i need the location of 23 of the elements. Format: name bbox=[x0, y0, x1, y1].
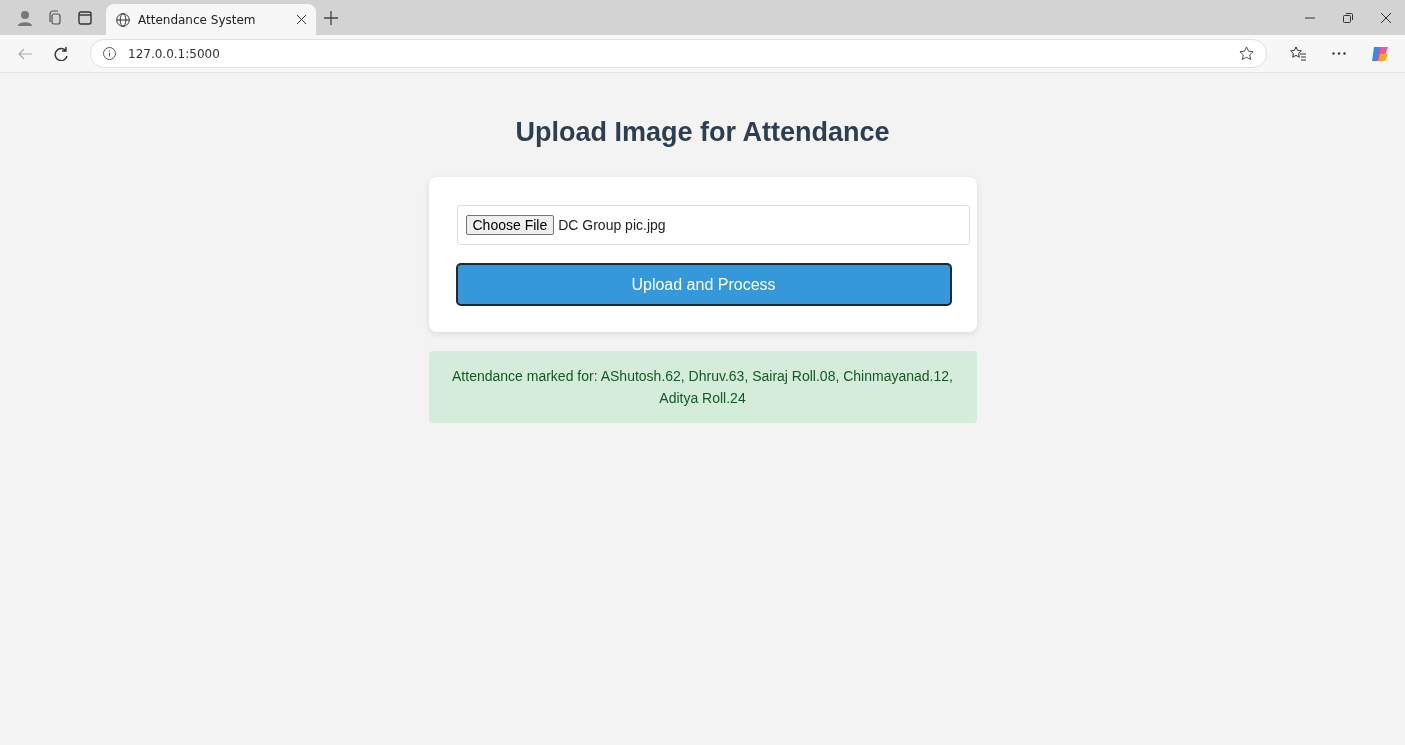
globe-icon bbox=[116, 12, 130, 27]
star-icon[interactable] bbox=[1239, 46, 1254, 61]
close-icon[interactable] bbox=[1381, 12, 1391, 23]
close-tab-icon[interactable] bbox=[297, 15, 306, 24]
address-bar[interactable]: 127.0.0.1:5000 bbox=[90, 39, 1267, 68]
success-message: Attendance marked for: AShutosh.62, Dhruv.63, Sairaj Roll.08, Chinmayanad.12, Aditya Roll.24 bbox=[428, 351, 977, 423]
browser-tab[interactable]: Attendance System bbox=[106, 4, 316, 35]
file-input[interactable]: Choose File DC Group pic.jpg bbox=[456, 205, 970, 245]
favorites-icon[interactable] bbox=[1290, 46, 1306, 61]
more-icon[interactable] bbox=[1332, 52, 1346, 55]
profile-icon[interactable] bbox=[17, 9, 33, 26]
workspaces-icon[interactable] bbox=[47, 9, 63, 26]
choose-file-button[interactable]: Choose File bbox=[465, 215, 555, 235]
refresh-icon[interactable] bbox=[54, 46, 68, 61]
new-tab-icon[interactable] bbox=[324, 10, 338, 25]
tab-title: Attendance System bbox=[138, 12, 257, 27]
file-name: DC Group pic.jpg bbox=[558, 217, 666, 233]
page-heading: Upload Image for Attendance bbox=[515, 117, 890, 149]
restore-icon[interactable] bbox=[1343, 12, 1353, 23]
url-text: 127.0.0.1:5000 bbox=[128, 46, 220, 61]
info-icon[interactable] bbox=[103, 47, 116, 60]
tab-actions-icon[interactable] bbox=[78, 10, 92, 25]
minimize-icon[interactable] bbox=[1305, 16, 1315, 19]
